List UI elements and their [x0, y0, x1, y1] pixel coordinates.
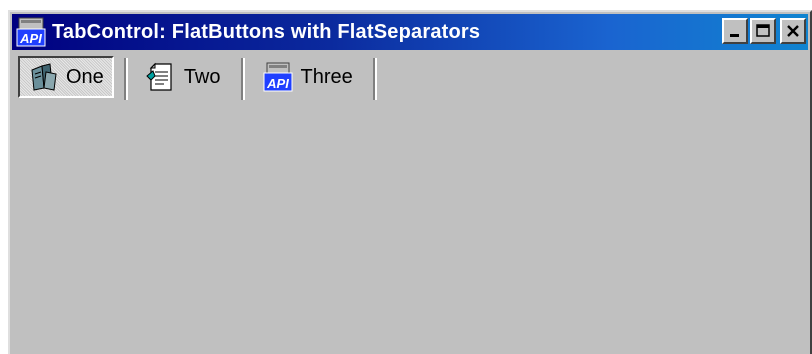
api-icon: API	[263, 62, 293, 92]
tab-two-label: Two	[183, 65, 221, 88]
caption-buttons	[720, 18, 806, 44]
app-window: API TabControl: FlatButtons with FlatSep…	[8, 10, 812, 354]
tab-content-area	[12, 102, 808, 354]
svg-text:API: API	[266, 76, 289, 91]
maximize-icon	[756, 24, 770, 37]
tab-two[interactable]: Two	[138, 56, 231, 98]
api-app-icon[interactable]: API	[16, 17, 46, 47]
tab-strip: One Two API Three	[18, 54, 387, 100]
close-icon	[787, 25, 799, 37]
tab-separator	[240, 58, 245, 100]
tab-three-label: Three	[300, 65, 353, 88]
maximize-button[interactable]	[750, 18, 776, 44]
books-icon	[28, 62, 58, 92]
tab-separator	[123, 58, 128, 100]
tab-three[interactable]: API Three	[255, 56, 363, 98]
minimize-button[interactable]	[722, 18, 748, 44]
window-title: TabControl: FlatButtons with FlatSeparat…	[52, 20, 481, 43]
svg-text:API: API	[19, 31, 42, 46]
title-bar[interactable]: API TabControl: FlatButtons with FlatSep…	[12, 14, 808, 50]
minimize-icon	[730, 34, 739, 37]
document-icon	[146, 62, 176, 92]
close-button[interactable]	[780, 18, 806, 44]
tab-one-label: One	[66, 65, 104, 88]
tab-separator	[372, 58, 377, 100]
tab-one[interactable]: One	[18, 56, 114, 98]
